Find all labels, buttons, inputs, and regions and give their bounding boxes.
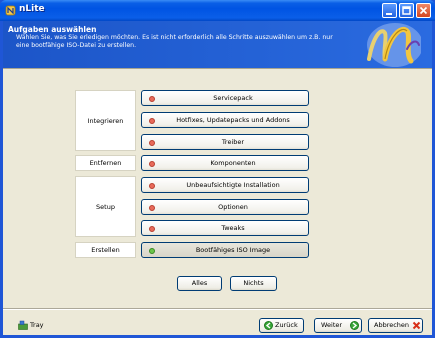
minimize-button[interactable]	[382, 3, 397, 18]
task-iso-label: Bootfähiges ISO Image	[195, 246, 271, 254]
maximize-icon	[402, 6, 411, 15]
status-dot-icon	[149, 140, 155, 146]
next-label: Weiter	[321, 321, 343, 329]
maximize-button[interactable]	[399, 3, 414, 18]
group-create-label: Erstellen	[91, 246, 120, 254]
status-dot-icon	[149, 96, 155, 102]
footer-divider	[3, 308, 432, 310]
task-unattended-button[interactable]: Unbeaufsichtigte Installation	[141, 177, 309, 193]
page-description: Wählen Sie, was Sie erledigen möchten. E…	[16, 34, 333, 49]
back-label: Zurück	[275, 321, 298, 329]
group-create: Erstellen	[75, 242, 136, 258]
select-all-button[interactable]: Alles	[177, 276, 222, 291]
group-remove: Entfernen	[75, 155, 136, 171]
tray-icon	[18, 320, 28, 330]
nlite-app-icon	[5, 5, 16, 16]
task-unattended-label: Unbeaufsichtigte Installation	[186, 181, 280, 189]
status-dot-icon	[149, 205, 155, 211]
task-options-label: Optionen	[218, 203, 248, 211]
status-dot-icon	[149, 161, 155, 167]
status-dot-icon	[149, 118, 155, 124]
close-button[interactable]	[416, 3, 431, 18]
task-panel: Integrieren Entfernen Setup Erstellen Se…	[3, 69, 432, 302]
select-none-button[interactable]: Nichts	[230, 276, 277, 291]
group-remove-label: Entfernen	[89, 159, 122, 167]
back-button[interactable]: Zurück	[259, 318, 304, 333]
task-hotfixes-button[interactable]: Hotfixes, Updatepacks und Addons	[141, 112, 309, 128]
task-drivers-label: Treiber	[221, 138, 245, 146]
task-hotfixes-label: Hotfixes, Updatepacks und Addons	[176, 116, 290, 124]
next-button[interactable]: Weiter	[314, 318, 362, 333]
status-dot-icon	[149, 226, 155, 232]
minimize-icon	[386, 13, 392, 15]
tray-label: Tray	[30, 321, 44, 329]
group-integrate-label: Integrieren	[87, 117, 124, 125]
cancel-x-icon	[412, 321, 421, 330]
cancel-button[interactable]: Abbrechen	[368, 318, 423, 333]
task-servicepack-button[interactable]: Servicepack	[141, 90, 309, 106]
task-components-button[interactable]: Komponenten	[141, 155, 309, 171]
group-setup-label: Setup	[96, 203, 115, 211]
window-title: nLite	[19, 4, 45, 14]
back-arrow-icon	[264, 321, 273, 330]
group-setup: Setup	[75, 176, 136, 237]
close-icon	[419, 6, 428, 15]
task-tweaks-button[interactable]: Tweaks	[141, 220, 309, 236]
page-title: Aufgaben auswählen	[8, 25, 97, 34]
status-dot-icon	[149, 248, 155, 254]
task-servicepack-label: Servicepack	[213, 94, 253, 102]
title-bar[interactable]: nLite	[0, 0, 435, 21]
status-dot-icon	[149, 183, 155, 189]
cancel-label: Abbrechen	[374, 321, 410, 329]
task-components-label: Komponenten	[210, 159, 256, 167]
client-area: Aufgaben auswählen Wählen Sie, was Sie e…	[3, 21, 432, 335]
wizard-header: Aufgaben auswählen Wählen Sie, was Sie e…	[3, 21, 432, 69]
next-arrow-icon	[350, 321, 359, 330]
task-drivers-button[interactable]: Treiber	[141, 134, 309, 150]
task-iso-button[interactable]: Bootfähiges ISO Image	[141, 242, 309, 258]
app-window: nLite Aufgaben auswählen Wählen Sie, was…	[0, 0, 435, 338]
group-integrate: Integrieren	[75, 90, 136, 151]
task-tweaks-label: Tweaks	[221, 224, 245, 232]
nlite-logo-icon	[367, 23, 421, 67]
task-options-button[interactable]: Optionen	[141, 199, 309, 215]
